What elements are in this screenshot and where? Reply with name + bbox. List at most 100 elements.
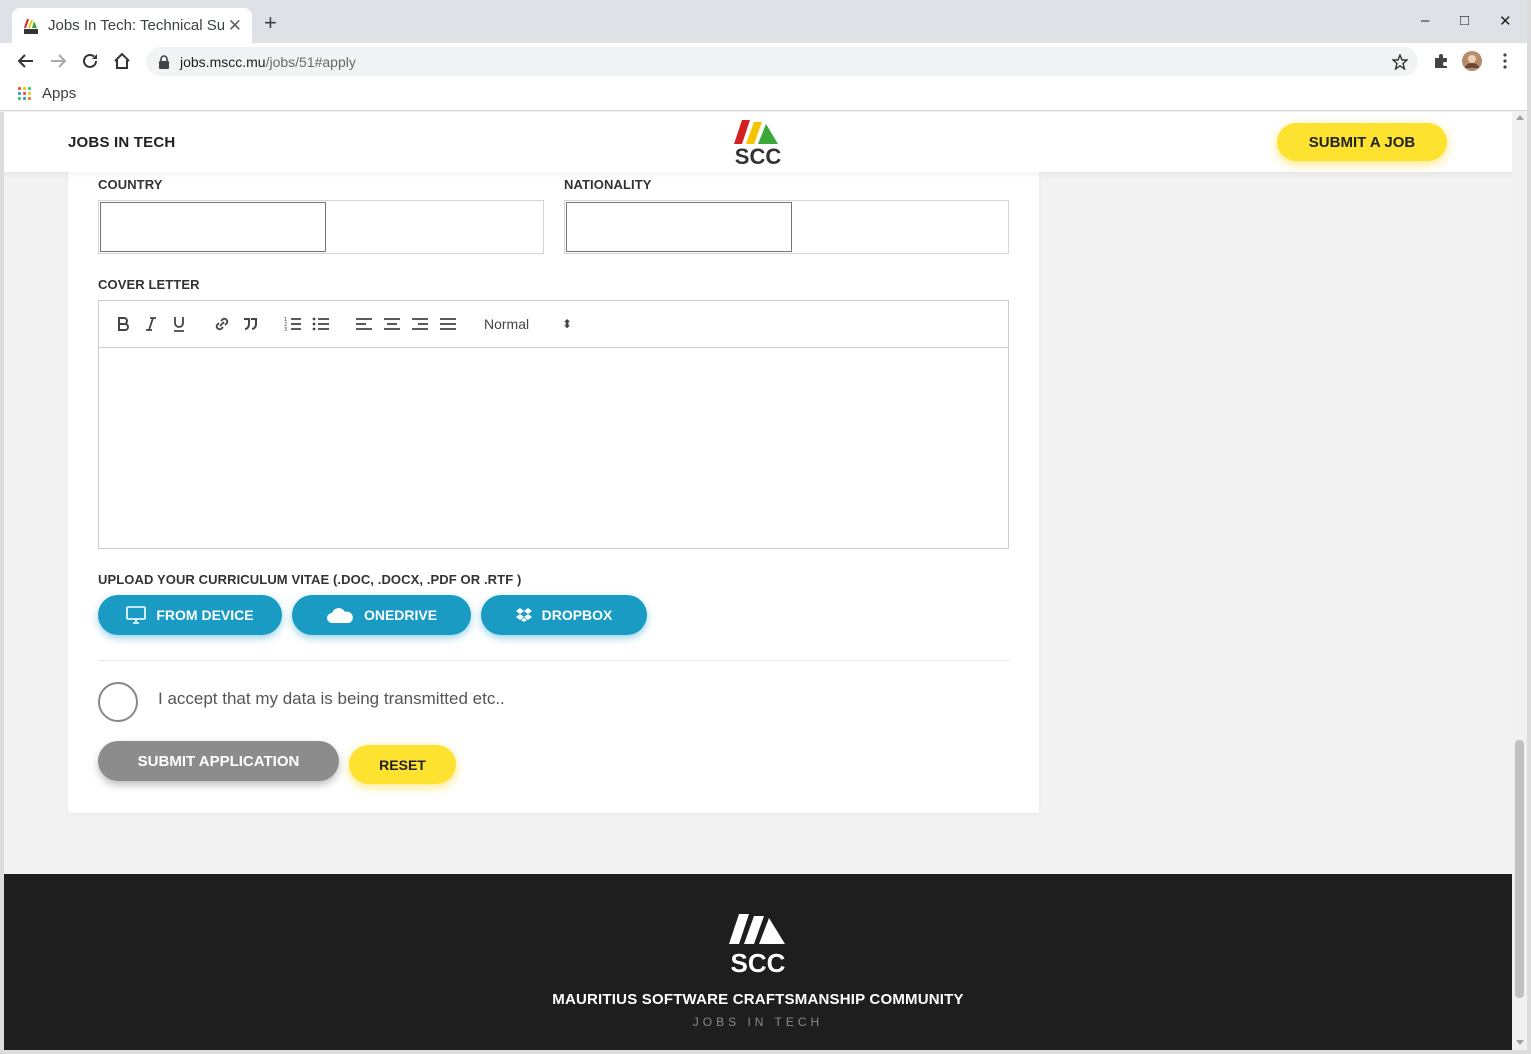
bullet-list-icon xyxy=(312,317,329,331)
window-frame-bottom xyxy=(0,1050,1531,1054)
svg-text:SCC: SCC xyxy=(735,144,782,166)
scrollbar-thumb[interactable] xyxy=(1515,740,1524,998)
bold-icon xyxy=(118,317,129,331)
extensions-button[interactable] xyxy=(1431,51,1451,71)
align-right-button[interactable] xyxy=(409,313,431,335)
dropbox-icon xyxy=(515,608,532,622)
form-divider xyxy=(98,660,1009,661)
nationality-select[interactable] xyxy=(566,202,792,252)
country-select[interactable] xyxy=(100,202,326,252)
upload-onedrive-button[interactable]: ONEDRIVE xyxy=(292,595,471,635)
footer-subtitle: JOBS IN TECH xyxy=(692,1015,824,1029)
site-header: JOBS IN TECH SCC SUBMIT A JOB xyxy=(4,112,1512,172)
bookmark-apps-label: Apps xyxy=(42,85,77,102)
monitor-icon xyxy=(126,606,147,624)
italic-button[interactable] xyxy=(140,313,162,335)
nationality-select-wrapper xyxy=(564,200,1009,254)
tab-title: Jobs In Tech: Technical Su xyxy=(48,17,224,34)
forward-button[interactable] xyxy=(48,51,68,71)
reset-button[interactable]: RESET xyxy=(349,745,456,784)
underline-button[interactable] xyxy=(168,313,190,335)
puzzle-icon xyxy=(1435,54,1447,68)
close-window-button[interactable]: ✕ xyxy=(1499,12,1512,30)
align-justify-button[interactable] xyxy=(437,313,459,335)
bold-button[interactable] xyxy=(112,313,134,335)
cover-letter-textarea[interactable] xyxy=(99,349,1008,548)
upload-dropbox-label: DROPBOX xyxy=(541,607,613,623)
profile-avatar[interactable] xyxy=(1462,51,1482,71)
scroll-up-arrow-icon[interactable] xyxy=(1516,115,1524,120)
submit-job-button[interactable]: SUBMIT A JOB xyxy=(1277,123,1447,161)
reload-icon xyxy=(83,53,97,68)
mscc-logo-icon[interactable]: SCC xyxy=(732,118,784,166)
upload-onedrive-label: ONEDRIVE xyxy=(363,607,438,623)
link-button[interactable] xyxy=(211,313,233,335)
application-form-card: COUNTRY NATIONALITY COVER LETTER 1 2 3 N… xyxy=(68,152,1039,813)
submit-application-button[interactable]: SUBMIT APPLICATION xyxy=(98,741,339,781)
upload-dropbox-button[interactable]: DROPBOX xyxy=(481,595,647,635)
select-arrows-icon: ⬍ xyxy=(561,317,572,331)
svg-text:3: 3 xyxy=(284,327,287,332)
kebab-menu-icon xyxy=(1503,53,1507,69)
tab-close-icon[interactable]: ✕ xyxy=(228,16,242,36)
text-format-select[interactable]: Normal ⬍ xyxy=(484,314,572,334)
scroll-down-arrow-icon[interactable] xyxy=(1516,1040,1524,1045)
home-button[interactable] xyxy=(112,51,132,71)
lock-icon xyxy=(159,54,169,69)
window-frame-left xyxy=(0,112,4,1054)
site-footer: SCC MAURITIUS SOFTWARE CRAFTSMANSHIP COM… xyxy=(4,874,1512,1050)
address-bar[interactable]: jobs.mscc.mu/jobs/51#apply xyxy=(146,47,1418,76)
new-tab-button[interactable]: + xyxy=(264,12,277,34)
browser-tab-strip: Jobs In Tech: Technical Su ✕ + – □ ✕ xyxy=(0,0,1531,43)
page-scrollbar[interactable] xyxy=(1512,112,1527,1050)
maximize-button[interactable]: □ xyxy=(1460,12,1469,29)
star-bookmark-icon[interactable] xyxy=(1392,54,1408,70)
arrow-left-icon xyxy=(17,54,33,68)
country-label: COUNTRY xyxy=(98,177,163,192)
accept-data-checkbox[interactable] xyxy=(98,682,138,722)
ordered-list-icon: 123 xyxy=(284,317,301,332)
country-select-wrapper xyxy=(98,200,544,254)
bookmark-apps[interactable]: Apps xyxy=(18,85,76,102)
cloud-icon xyxy=(326,608,353,623)
ordered-list-button[interactable]: 123 xyxy=(282,313,304,335)
cover-letter-label: COVER LETTER xyxy=(98,277,200,292)
reload-button[interactable] xyxy=(80,51,100,71)
accept-data-text: I accept that my data is being transmitt… xyxy=(158,689,505,708)
avatar-icon xyxy=(1462,51,1482,71)
italic-icon xyxy=(146,317,156,331)
window-frame-right xyxy=(1527,0,1531,1054)
browser-menu-button[interactable] xyxy=(1495,51,1515,71)
align-left-button[interactable] xyxy=(353,313,375,335)
blockquote-button[interactable] xyxy=(239,313,261,335)
text-format-value: Normal xyxy=(484,316,530,332)
minimize-button[interactable]: – xyxy=(1421,12,1429,29)
bullet-list-button[interactable] xyxy=(310,313,332,335)
upload-cv-label: UPLOAD YOUR CURRICULUM VITAE (.DOC, .DOC… xyxy=(98,572,522,587)
quote-icon xyxy=(244,318,257,330)
bookmarks-bar: Apps xyxy=(0,80,1531,111)
site-name-link[interactable]: JOBS IN TECH xyxy=(68,134,175,151)
back-button[interactable] xyxy=(16,51,36,71)
align-center-icon xyxy=(384,318,400,330)
cover-letter-editor: 123 Normal ⬍ xyxy=(98,300,1009,549)
mscc-footer-logo-icon: SCC xyxy=(729,914,786,974)
url-text: jobs.mscc.mu/jobs/51#apply xyxy=(180,53,356,70)
browser-tab[interactable]: Jobs In Tech: Technical Su ✕ xyxy=(12,8,252,43)
editor-toolbar: 123 Normal ⬍ xyxy=(99,301,1008,348)
footer-title: MAURITIUS SOFTWARE CRAFTSMANSHIP COMMUNI… xyxy=(552,991,964,1008)
nationality-label: NATIONALITY xyxy=(564,177,652,192)
align-center-button[interactable] xyxy=(381,313,403,335)
svg-text:SCC: SCC xyxy=(731,948,786,974)
home-icon xyxy=(114,52,130,69)
underline-icon xyxy=(174,317,184,332)
apps-grid-icon xyxy=(18,86,32,101)
upload-from-device-button[interactable]: FROM DEVICE xyxy=(98,595,282,635)
site-favicon-icon xyxy=(24,18,38,34)
upload-from-device-label: FROM DEVICE xyxy=(156,607,254,623)
align-left-icon xyxy=(356,318,372,330)
arrow-right-icon xyxy=(51,54,67,68)
align-justify-icon xyxy=(440,318,456,330)
align-right-icon xyxy=(412,318,428,330)
browser-toolbar: jobs.mscc.mu/jobs/51#apply xyxy=(0,43,1531,80)
